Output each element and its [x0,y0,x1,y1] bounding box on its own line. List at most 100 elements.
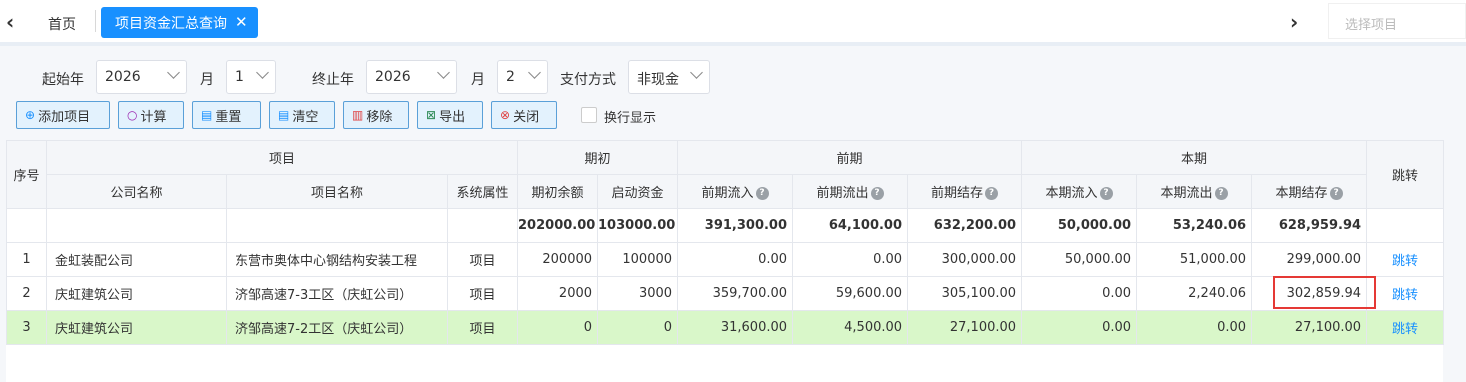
jump-link[interactable]: 跳转 [1366,242,1445,277]
remove-button[interactable]: ▥ 移除 [343,101,409,129]
table-row[interactable]: 2 庆虹建筑公司 济邹高速7-3工区（庆虹公司） 项目 2000 3000 35… [6,276,1445,311]
export-label: 导出 [439,109,466,125]
col-opening-balance[interactable]: 期初余额 [517,174,599,209]
start-year-label: 起始年 [42,72,84,88]
total-start-fund: 103000.00 [597,208,679,243]
table-row[interactable]: 1 金虹装配公司 东营市奥体中心钢结构安装工程 项目 200000 100000… [6,242,1445,277]
col-prior-stock-label: 前期结存 [931,186,984,201]
col-prior-out[interactable]: 前期流出? [792,174,909,209]
col-cur-out[interactable]: 本期流出? [1136,174,1253,209]
end-month-value: 2 [506,69,515,85]
row-prior-out: 59,600.00 [792,276,909,311]
table-row-selected[interactable]: 3 庆虹建筑公司 济邹高速7-2工区（庆虹公司） 项目 0 0 31,600.0… [6,310,1445,345]
tab-bar: ‹ 首页 项目资金汇总查询 ✕ › 选择项目 [0,0,1466,46]
help-icon[interactable]: ? [870,187,884,200]
row-opening-balance: 0 [517,310,599,345]
row-opening-balance: 2000 [517,276,599,311]
table-header-row-groups: 序号 项目 期初 前期 本期 跳转 [6,140,1445,209]
totals-company [46,208,227,243]
total-prior-out: 64,100.00 [792,208,909,243]
tab-fund-summary-label: 项目资金汇总查询 [115,15,227,32]
col-cur-stock-label: 本期结存 [1275,186,1328,201]
row-cur-in: 0.00 [1021,276,1138,311]
search-icon: ○ [127,108,138,122]
help-icon[interactable]: ? [755,187,769,200]
start-month-select[interactable]: 1 [226,60,276,94]
row-cur-stock: 27,100.00 [1251,310,1368,345]
close-circle-icon: ⊗ [500,108,511,122]
row-cur-out: 2,240.06 [1136,276,1253,311]
chevron-right-icon[interactable]: › [1290,12,1298,32]
document-icon: ▤ [278,108,290,122]
close-button[interactable]: ⊗ 关闭 [491,101,557,129]
jump-link[interactable]: 跳转 [1366,310,1445,345]
add-project-button[interactable]: ⊕ 添加项目 [16,101,110,129]
calculate-button[interactable]: ○ 计算 [118,101,184,129]
pay-method-select[interactable]: 非现金 [628,60,710,94]
clear-button[interactable]: ▤ 清空 [269,101,335,129]
col-jump: 跳转 [1366,140,1445,209]
row-cur-out: 0.00 [1136,310,1253,345]
remove-label: 移除 [366,109,393,125]
col-group-opening: 期初 [517,140,679,175]
col-seq: 序号 [6,140,47,209]
wrap-display-checkbox[interactable] [581,107,597,123]
total-cur-stock: 628,959.94 [1251,208,1368,243]
reset-button[interactable]: ▤ 重置 [192,101,261,129]
row-company: 庆虹建筑公司 [46,310,227,345]
project-select[interactable]: 选择项目 [1328,3,1466,39]
col-cur-out-label: 本期流出 [1160,186,1213,201]
help-icon[interactable]: ? [1099,187,1113,200]
col-prior-stock[interactable]: 前期结存? [907,174,1023,209]
chevron-down-icon [167,66,180,79]
chevron-left-icon[interactable]: ‹ [6,12,14,32]
document-icon: ▤ [201,108,213,122]
row-opening-balance: 200000 [517,242,599,277]
pay-method-label: 支付方式 [560,72,616,88]
row-prior-in: 359,700.00 [677,276,794,311]
row-project: 济邹高速7-2工区（庆虹公司） [226,310,448,345]
col-cur-in[interactable]: 本期流入? [1021,174,1138,209]
help-icon[interactable]: ? [1329,187,1343,200]
row-attr: 项目 [446,276,519,311]
end-year-value: 2026 [375,69,411,85]
col-prior-in[interactable]: 前期流入? [677,174,794,209]
chevron-down-icon [528,66,541,79]
row-attr: 项目 [446,242,519,277]
col-start-fund[interactable]: 启动资金 [597,174,679,209]
row-prior-in: 0.00 [677,242,794,277]
reset-label: 重置 [215,109,242,125]
start-month-label: 月 [200,72,214,88]
col-cur-stock[interactable]: 本期结存? [1251,174,1368,209]
col-company[interactable]: 公司名称 [46,174,227,209]
jump-link[interactable]: 跳转 [1366,276,1445,311]
row-prior-out: 4,500.00 [792,310,909,345]
col-attr[interactable]: 系统属性 [446,174,519,209]
totals-attr [446,208,519,243]
trash-icon: ▥ [352,108,364,122]
calculate-label: 计算 [140,109,167,125]
totals-seq [6,208,47,243]
row-company: 庆虹建筑公司 [46,276,227,311]
end-year-select[interactable]: 2026 [366,60,457,94]
totals-jump [1366,208,1445,243]
row-company: 金虹装配公司 [46,242,227,277]
help-icon[interactable]: ? [985,187,999,200]
end-month-label: 月 [471,72,485,88]
end-month-select[interactable]: 2 [497,60,548,94]
row-cur-in: 50,000.00 [1021,242,1138,277]
tab-fund-summary[interactable]: 项目资金汇总查询 ✕ [101,7,258,38]
tab-home[interactable]: 首页 [48,14,76,34]
help-icon[interactable]: ? [1214,187,1228,200]
row-prior-in: 31,600.00 [677,310,794,345]
col-project-name[interactable]: 项目名称 [226,174,448,209]
row-seq: 2 [6,276,47,311]
toolbar: ⊕ 添加项目 ○ 计算 ▤ 重置 ▤ 清空 ▥ 移除 ⊠ 导出 ⊗ 关闭 换行显… [0,101,1466,129]
col-prior-in-label: 前期流入 [701,186,754,201]
start-year-select[interactable]: 2026 [96,60,187,94]
start-year-value: 2026 [105,69,141,85]
close-icon[interactable]: ✕ [235,15,248,30]
export-button[interactable]: ⊠ 导出 [417,101,483,129]
filter-bar: 起始年 2026 月 1 终止年 2026 月 2 支付方式 非现金 [0,60,1466,96]
row-start-fund: 3000 [597,276,679,311]
